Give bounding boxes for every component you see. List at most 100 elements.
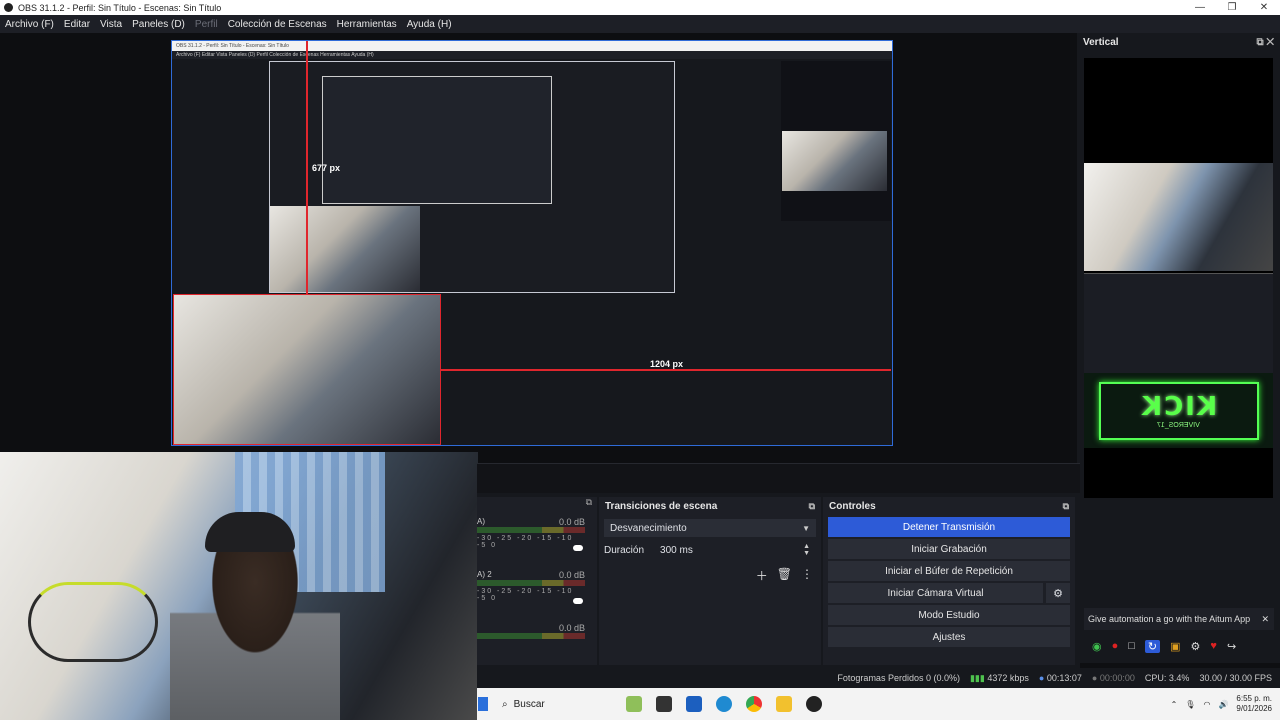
aitum-notification: Give automation a go with the Aitum App …: [1084, 608, 1274, 630]
source-selection-box[interactable]: [173, 294, 441, 445]
gear-icon[interactable]: ⚙: [1191, 640, 1201, 653]
studio-mode-button[interactable]: Modo Estudio: [828, 605, 1070, 625]
vertical-desktop-capture: [1084, 273, 1273, 373]
settings-button[interactable]: Ajustes: [828, 627, 1070, 647]
spin-arrows-icon[interactable]: ▲ ▼: [803, 543, 810, 557]
trash-icon[interactable]: 🗑: [777, 567, 792, 584]
start-virtual-camera-button[interactable]: Iniciar Cámara Virtual: [828, 583, 1043, 603]
menu-ayuda[interactable]: Ayuda (H): [402, 19, 457, 30]
vertical-panel: Vertical ⧉ ✕ KICK VIVEROS_17 Give automa…: [1077, 33, 1280, 663]
volume-slider[interactable]: [573, 598, 583, 604]
stream-status-icon: ●: [1038, 673, 1045, 683]
nested-obs-capture-inner: [322, 76, 552, 204]
signal-icon: ▮▮▮: [969, 672, 985, 683]
width-px-label: 1204 px: [650, 359, 684, 369]
chevron-down-icon: ▼: [802, 523, 810, 533]
stop-icon[interactable]: □: [1128, 640, 1135, 652]
taskbar-clock[interactable]: 6:55 p. m. 9/01/2026: [1236, 694, 1272, 714]
obs-taskbar-icon[interactable]: [806, 696, 822, 712]
transition-select[interactable]: Desvanecimiento ▼: [604, 519, 816, 537]
vcam-icon[interactable]: ▣: [1170, 640, 1180, 653]
notification-close-icon[interactable]: ✕: [1261, 614, 1274, 625]
search-icon: ⌕: [502, 698, 508, 710]
transition-select-value: Desvanecimiento: [610, 522, 687, 534]
nested-webcam-capture: [270, 206, 420, 292]
menu-editar[interactable]: Editar: [59, 19, 95, 30]
more-icon[interactable]: ⋮: [801, 567, 813, 584]
height-px-label: 677 px: [312, 163, 341, 173]
menu-bar: Archivo (F) Editar Vista Paneles (D) Per…: [0, 15, 1280, 33]
notification-text: Give automation a go with the Aitum App: [1088, 614, 1251, 624]
meter-ticks: -30 -25 -20 -15 -10 -5 0: [477, 535, 574, 549]
start-replay-buffer-button[interactable]: Iniciar el Búfer de Repetición: [828, 561, 1070, 581]
stream-time: 00:13:07: [1046, 673, 1082, 683]
store-icon[interactable]: [686, 696, 702, 712]
menu-coleccion-escenas[interactable]: Colección de Escenas: [223, 19, 332, 30]
widgets-icon[interactable]: [626, 696, 642, 712]
gear-icon[interactable]: ⚙: [1046, 583, 1070, 603]
controls-panel: Controles ⧉ Detener Transmisión Iniciar …: [823, 497, 1075, 665]
meter-db: 0.0 dB: [558, 517, 585, 527]
taskbar-apps: [626, 696, 822, 712]
meter-ticks: -30 -25 -20 -15 -10 -5 0: [477, 588, 574, 602]
bicycle-image: [28, 582, 158, 662]
vertical-canvas[interactable]: KICK VIVEROS_17: [1084, 58, 1273, 498]
duration-label: Duración: [604, 544, 645, 556]
meter-label: A) 2: [477, 570, 492, 579]
volume-icon[interactable]: 🔊: [1218, 700, 1228, 709]
window-titlebar: OBS 31.1.2 - Perfil: Sin Título - Escena…: [0, 0, 1280, 15]
duration-value: 300 ms: [660, 544, 693, 556]
edge-icon[interactable]: [716, 696, 732, 712]
audio-panel-popout-icon[interactable]: ⧉: [477, 497, 597, 513]
file-explorer-icon[interactable]: [776, 696, 792, 712]
level-bar: [477, 580, 585, 586]
cpu-usage: CPU: 3.4%: [1144, 673, 1190, 683]
preview-canvas[interactable]: OBS 31.1.2 - Perfil: Sin Título - Escena…: [171, 40, 893, 446]
task-view-icon[interactable]: [656, 696, 672, 712]
vertical-panel-title: Vertical: [1083, 36, 1119, 48]
duration-spinbox[interactable]: 300 ms ▲ ▼: [654, 541, 816, 559]
menu-perfil[interactable]: Perfil: [190, 19, 223, 30]
stream-icon[interactable]: ◉: [1092, 640, 1102, 653]
maximize-button[interactable]: ❐: [1216, 2, 1248, 13]
system-tray: ⌃ 🎙 ◠ 🔊 6:55 p. m. 9/01/2026: [1171, 694, 1280, 714]
level-bar: [477, 633, 585, 639]
wifi-icon[interactable]: ◠: [1203, 700, 1210, 709]
replay-icon[interactable]: ↻: [1144, 639, 1161, 653]
windows-start-icon[interactable]: [478, 697, 488, 711]
chrome-icon[interactable]: [746, 696, 762, 712]
add-icon[interactable]: ＋: [756, 567, 768, 584]
tray-chevron-icon[interactable]: ⌃: [1171, 700, 1178, 709]
menu-vista[interactable]: Vista: [95, 19, 127, 30]
record-icon[interactable]: ●: [1112, 640, 1119, 652]
stop-stream-button[interactable]: Detener Transmisión: [828, 517, 1070, 537]
kick-banner: KICK VIVEROS_17: [1084, 373, 1273, 448]
transitions-popout-icon[interactable]: ⧉: [809, 501, 815, 512]
dropped-frames: Fotogramas Perdidos 0 (0.0%): [837, 673, 960, 683]
height-guide-line: [306, 41, 308, 294]
vertical-webcam-image: [1084, 163, 1273, 271]
heart-icon[interactable]: ♥: [1210, 640, 1217, 652]
clock-date: 9/01/2026: [1236, 704, 1272, 713]
microphone-icon[interactable]: 🎙: [1185, 700, 1195, 709]
cap-image: [205, 512, 295, 552]
share-icon[interactable]: ↪: [1227, 640, 1236, 653]
taskbar-search[interactable]: ⌕ Buscar: [502, 691, 622, 717]
transitions-title: Transiciones de escena: [605, 500, 718, 512]
minimize-button[interactable]: —: [1184, 2, 1216, 13]
volume-slider[interactable]: [573, 545, 583, 551]
menu-herramientas[interactable]: Herramientas: [332, 19, 402, 30]
close-button[interactable]: ✕: [1248, 2, 1280, 13]
menu-paneles[interactable]: Paneles (D): [127, 19, 190, 30]
record-time: 00:00:00: [1099, 673, 1135, 683]
vertical-panel-buttons[interactable]: ⧉ ✕: [1256, 37, 1274, 48]
meter-db: 0.0 dB: [558, 623, 585, 633]
menu-archivo[interactable]: Archivo (F): [0, 19, 59, 30]
nested-obs-capture: [269, 61, 675, 293]
bitrate: 4372 kbps: [987, 672, 1029, 683]
webcam-overlay: [0, 452, 478, 720]
transition-tools: ＋ 🗑 ⋮: [756, 567, 813, 584]
record-status-icon: ●: [1091, 673, 1098, 683]
controls-popout-icon[interactable]: ⧉: [1063, 501, 1069, 512]
start-recording-button[interactable]: Iniciar Grabación: [828, 539, 1070, 559]
